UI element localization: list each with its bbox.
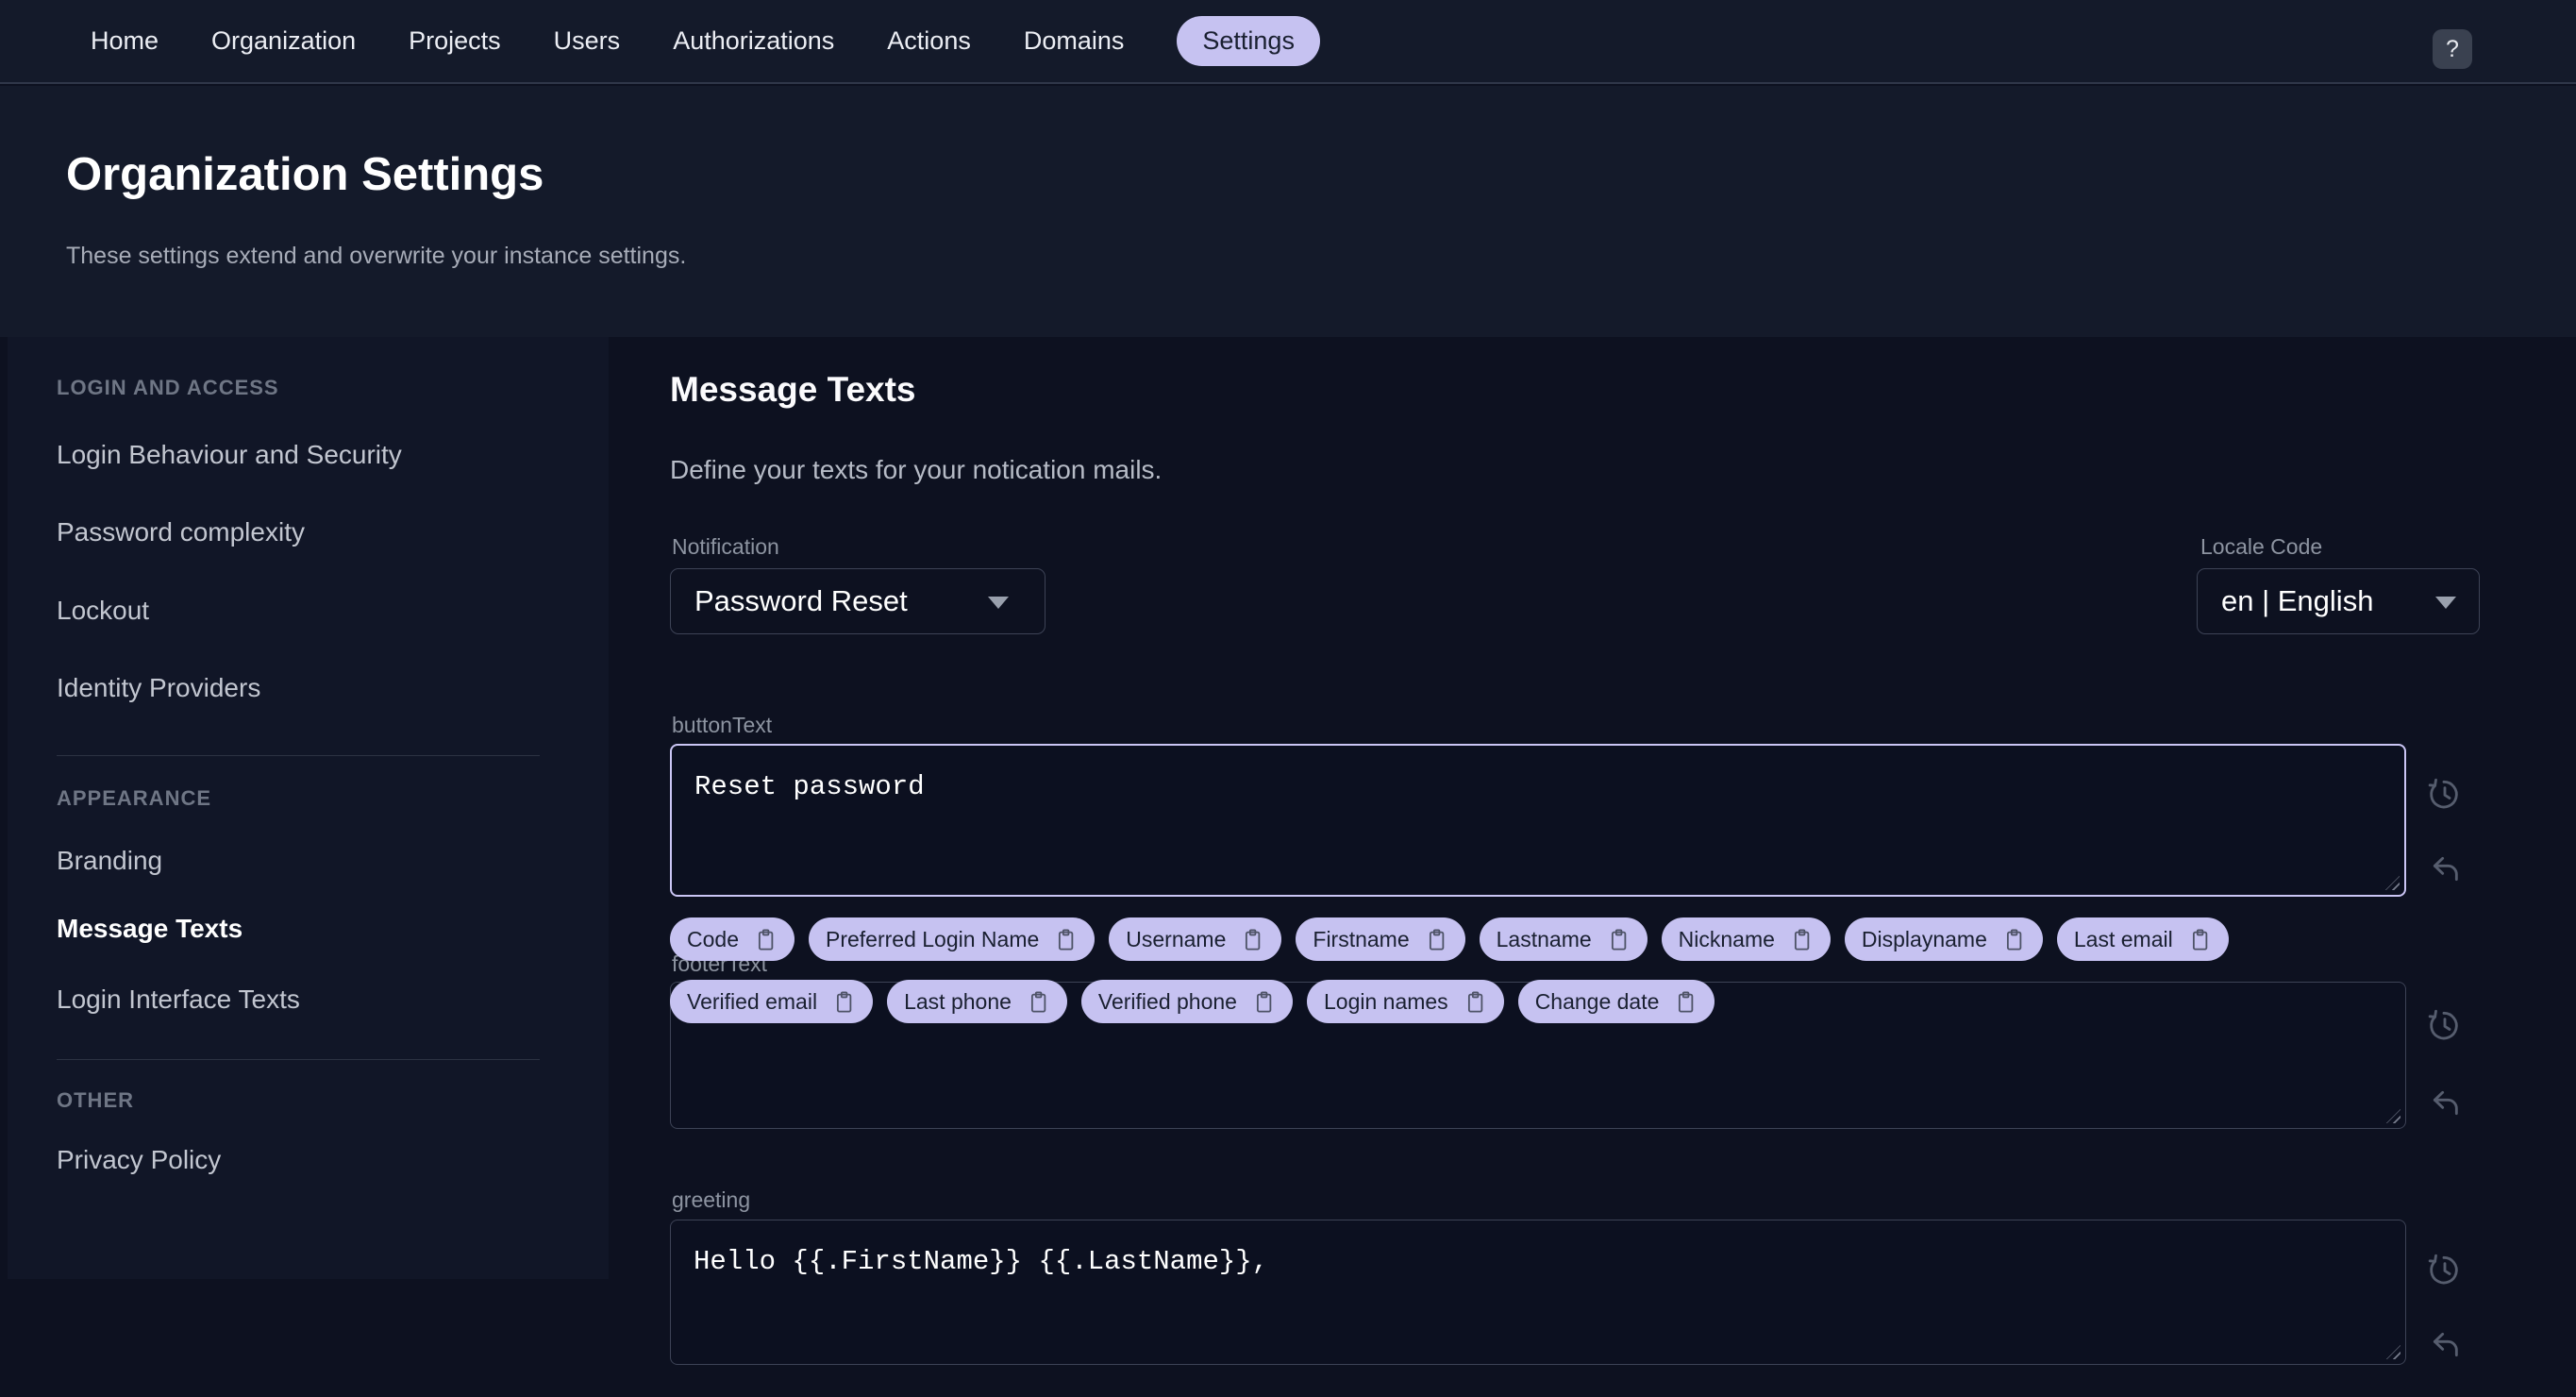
clipboard-icon <box>1794 928 1810 951</box>
greeting-textarea[interactable]: Hello {{.FirstName}} {{.LastName}}, <box>671 1220 2405 1364</box>
chip-firstname[interactable]: Firstname <box>1296 917 1465 961</box>
section-title: Message Texts <box>670 370 916 409</box>
locale-select-value: en | English <box>2221 584 2374 617</box>
chip-username[interactable]: Username <box>1109 917 1282 961</box>
nav-item-home[interactable]: Home <box>91 26 159 56</box>
nav-item-settings-active[interactable]: Settings <box>1177 16 1320 66</box>
clipboard-icon <box>1611 928 1626 951</box>
chip-login-names[interactable]: Login names <box>1306 980 1504 1023</box>
sidebar-item-branding[interactable]: Branding <box>57 846 162 876</box>
history-icon[interactable] <box>2425 774 2463 812</box>
page-header: Organization Settings These settings ext… <box>0 86 2576 337</box>
undo-icon[interactable] <box>2425 1325 2463 1363</box>
sidebar-item-message-texts-active[interactable]: Message Texts <box>57 914 243 944</box>
chip-verified-phone[interactable]: Verified phone <box>1080 980 1293 1023</box>
sidebar-item-lockout[interactable]: Lockout <box>57 596 149 626</box>
chip-label: Code <box>687 926 739 951</box>
chip-preferred-login-name[interactable]: Preferred Login Name <box>808 917 1096 961</box>
clipboard-icon <box>1467 990 1482 1013</box>
sidebar-item-identity-providers[interactable]: Identity Providers <box>57 673 260 703</box>
chip-lastname[interactable]: Lastname <box>1479 917 1648 961</box>
chip-label: Username <box>1126 926 1227 951</box>
sidebar-item-privacy-policy[interactable]: Privacy Policy <box>57 1145 221 1175</box>
clipboard-icon <box>1679 990 1694 1013</box>
caret-down-icon <box>2435 597 2456 609</box>
nav-item-actions[interactable]: Actions <box>887 26 971 56</box>
history-icon[interactable] <box>2425 1250 2463 1288</box>
greeting-field: Hello {{.FirstName}} {{.LastName}}, <box>670 1220 2406 1365</box>
nav-item-users[interactable]: Users <box>554 26 621 56</box>
chip-displayname[interactable]: Displayname <box>1844 917 2043 961</box>
sidebar-item-login-interface-texts[interactable]: Login Interface Texts <box>57 985 300 1015</box>
nav-item-domains[interactable]: Domains <box>1024 26 1125 56</box>
chip-label: Verified email <box>687 988 818 1014</box>
clipboard-icon <box>2192 928 2207 951</box>
organization-settings-page: Home Organization Projects Users Authori… <box>0 0 2576 1397</box>
chip-label: Firstname <box>1313 926 1410 951</box>
chip-label: Last email <box>2073 926 2173 951</box>
chip-change-date[interactable]: Change date <box>1517 980 1715 1023</box>
chip-label: Login names <box>1323 988 1448 1014</box>
chip-last-email[interactable]: Last email <box>2056 917 2229 961</box>
history-icon[interactable] <box>2425 1005 2463 1043</box>
chip-nickname[interactable]: Nickname <box>1661 917 1831 961</box>
clipboard-icon <box>1030 990 1046 1013</box>
clipboard-icon <box>1059 928 1074 951</box>
notification-label: Notification <box>672 534 779 559</box>
caret-down-icon <box>988 597 1009 609</box>
chip-label: Change date <box>1534 988 1660 1014</box>
undo-icon[interactable] <box>2425 1084 2463 1121</box>
chip-label: Nickname <box>1678 926 1775 951</box>
greeting-label: greeting <box>672 1187 751 1212</box>
clipboard-icon <box>837 990 852 1013</box>
buttontext-field: Reset password <box>670 744 2406 897</box>
page-title: Organization Settings <box>66 149 544 200</box>
clipboard-icon <box>1429 928 1444 951</box>
chip-verified-email[interactable]: Verified email <box>670 980 874 1023</box>
clipboard-icon <box>2006 928 2022 951</box>
top-navigation: Home Organization Projects Users Authori… <box>0 0 2576 84</box>
sidebar-divider <box>57 755 540 756</box>
help-button[interactable]: ? <box>2433 29 2472 69</box>
buttontext-label: buttonText <box>672 713 773 737</box>
chip-label: Lastname <box>1496 926 1592 951</box>
page-subtitle: These settings extend and overwrite your… <box>66 243 687 269</box>
sidebar-heading-appearance: APPEARANCE <box>57 786 212 810</box>
chip-label: Preferred Login Name <box>825 926 1040 951</box>
sidebar-heading-other: OTHER <box>57 1088 134 1112</box>
nav-item-projects[interactable]: Projects <box>409 26 501 56</box>
chip-last-phone[interactable]: Last phone <box>887 980 1067 1023</box>
buttontext-textarea[interactable]: Reset password <box>672 746 2404 895</box>
notification-select[interactable]: Password Reset <box>670 568 1045 634</box>
locale-select[interactable]: en | English <box>2197 568 2480 634</box>
chip-label: Verified phone <box>1097 988 1237 1014</box>
notification-select-value: Password Reset <box>694 584 908 617</box>
sidebar-item-password-complexity[interactable]: Password complexity <box>57 517 305 547</box>
sidebar-item-login-behaviour[interactable]: Login Behaviour and Security <box>57 440 402 470</box>
undo-icon[interactable] <box>2425 850 2463 887</box>
nav-item-organization[interactable]: Organization <box>211 26 356 56</box>
chip-label: Displayname <box>1861 926 1987 951</box>
clipboard-icon <box>1256 990 1272 1013</box>
variable-chip-row-2: Verified email Last phone Verified phone… <box>670 980 1715 1023</box>
sidebar-heading-login-and-access: LOGIN AND ACCESS <box>57 376 279 399</box>
chip-code[interactable]: Code <box>670 917 795 961</box>
variable-chip-row-1: Code Preferred Login Name Username First… <box>670 917 2229 961</box>
chip-label: Last phone <box>904 988 1012 1014</box>
clipboard-icon <box>1246 928 1261 951</box>
section-subtitle: Define your texts for your notication ma… <box>670 455 1163 484</box>
clipboard-icon <box>758 928 774 951</box>
nav-item-authorizations[interactable]: Authorizations <box>673 26 834 56</box>
question-mark-icon: ? <box>2446 35 2459 62</box>
sidebar-divider <box>57 1059 540 1060</box>
locale-code-label: Locale Code <box>2200 534 2323 559</box>
